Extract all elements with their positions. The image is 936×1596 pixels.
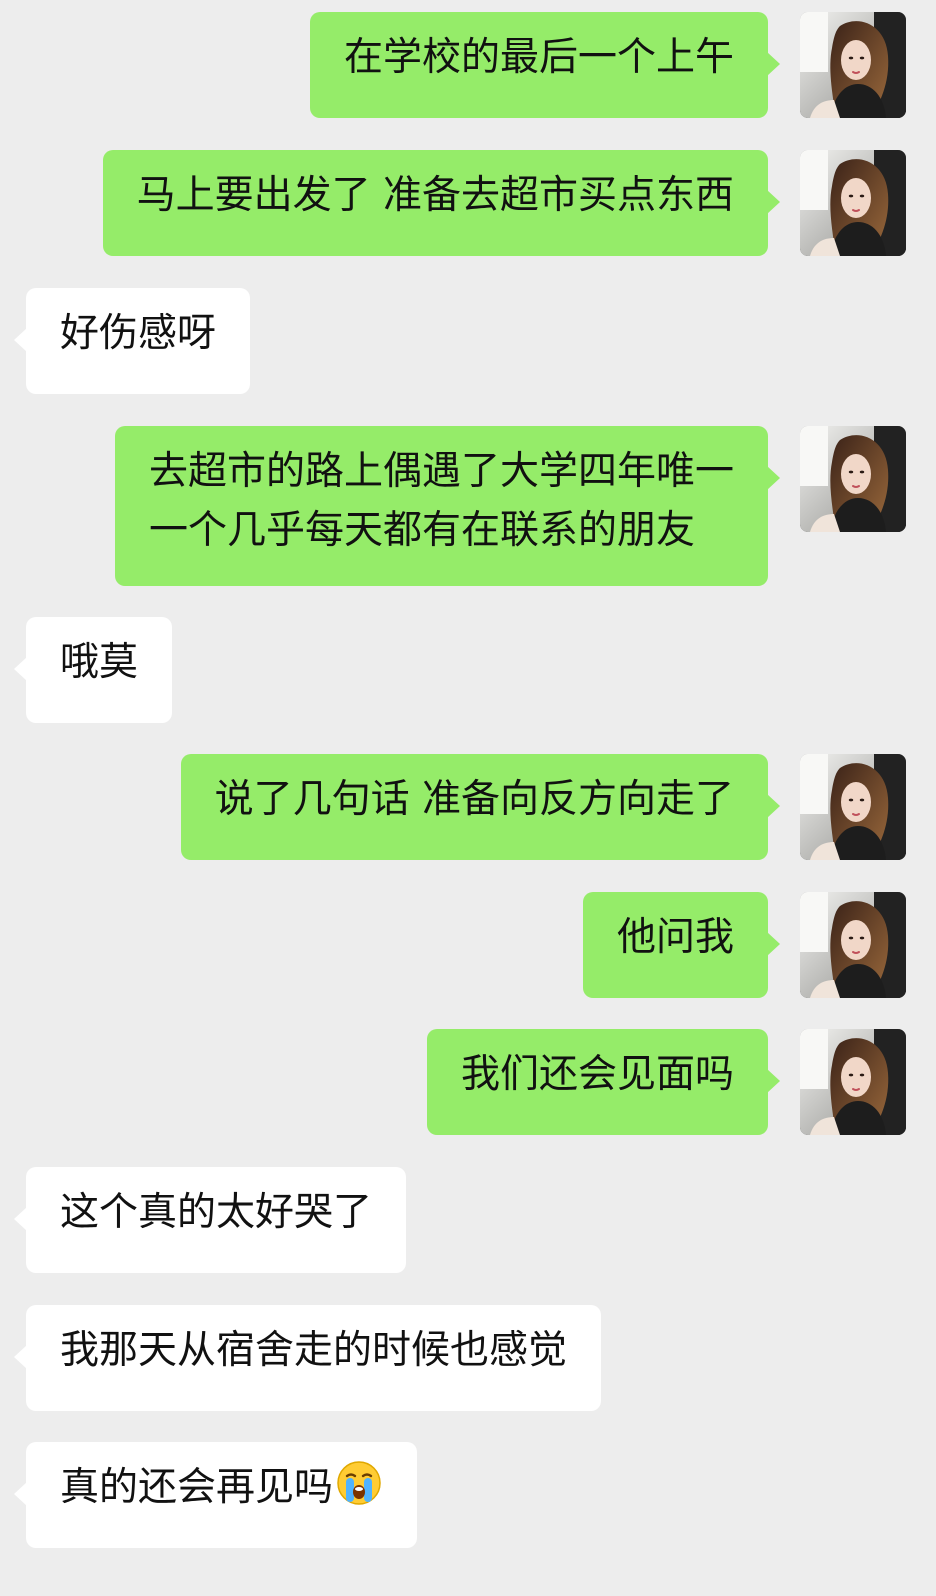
incoming-message-bubble[interactable]: 我那天从宿舍走的时候也感觉 <box>13 1305 602 1411</box>
message-row: 我那天从宿舍走的时候也感觉 <box>0 1305 936 1411</box>
message-row: 马上要出发了 准备去超市买点东西 <box>0 150 936 256</box>
user-avatar[interactable] <box>800 426 906 532</box>
avatar-photo-icon <box>800 1029 906 1135</box>
user-avatar[interactable] <box>800 150 906 256</box>
message-row: 去超市的路上偶遇了大学四年唯一 一个几乎每天都有在联系的朋友 <box>0 426 936 586</box>
user-avatar[interactable] <box>800 892 906 998</box>
message-text: 好伤感呀 <box>60 311 217 356</box>
outgoing-message-bubble[interactable]: 我们还会见面吗 <box>426 1029 781 1135</box>
outgoing-message-bubble[interactable]: 说了几句话 准备向反方向走了 <box>180 754 781 860</box>
outgoing-message-bubble[interactable]: 他问我 <box>582 892 781 998</box>
outgoing-message-bubble[interactable]: 去超市的路上偶遇了大学四年唯一 一个几乎每天都有在联系的朋友 <box>114 426 781 586</box>
message-text: 在学校的最后一个上午 <box>343 35 734 80</box>
message-text: 我们还会见面吗 <box>460 1052 734 1097</box>
avatar-photo-icon <box>800 150 906 256</box>
message-text: 我那天从宿舍走的时候也感觉 <box>60 1328 568 1373</box>
message-text: 他问我 <box>616 915 734 960</box>
message-row: 我们还会见面吗 <box>0 1029 936 1135</box>
avatar-photo-icon <box>800 12 906 118</box>
user-avatar[interactable] <box>800 1029 906 1135</box>
message-row: 他问我 <box>0 892 936 998</box>
user-avatar[interactable] <box>800 12 906 118</box>
incoming-message-bubble[interactable]: 这个真的太好哭了 <box>13 1167 407 1273</box>
chat-message-list[interactable]: 在学校的最后一个上午 马上要出发了 准备去超市买点东西 好伤感呀 去超市的路上偶… <box>0 0 936 1596</box>
incoming-message-bubble[interactable]: 好伤感呀 <box>13 288 251 394</box>
avatar-photo-icon <box>800 754 906 860</box>
message-text-line: 一个几乎每天都有在联系的朋友 <box>148 508 695 553</box>
message-text: 真的还会再见吗 <box>60 1465 334 1510</box>
message-row: 在学校的最后一个上午 <box>0 12 936 118</box>
message-text: 这个真的太好哭了 <box>60 1190 373 1235</box>
outgoing-message-bubble[interactable]: 马上要出发了 准备去超市买点东西 <box>102 150 781 256</box>
outgoing-message-bubble[interactable]: 在学校的最后一个上午 <box>309 12 781 118</box>
incoming-message-bubble[interactable]: 哦莫 <box>13 617 173 723</box>
user-avatar[interactable] <box>800 754 906 860</box>
message-row: 真的还会再见吗 <box>0 1442 936 1548</box>
avatar-photo-icon <box>800 426 906 532</box>
message-text: 说了几句话 准备向反方向走了 <box>214 777 734 822</box>
message-row: 这个真的太好哭了 <box>0 1167 936 1273</box>
loudly-crying-face-icon <box>335 1459 383 1507</box>
message-row: 好伤感呀 <box>0 288 936 394</box>
message-text: 哦莫 <box>60 640 139 685</box>
message-row: 说了几句话 准备向反方向走了 <box>0 754 936 860</box>
incoming-message-bubble[interactable]: 真的还会再见吗 <box>13 1442 418 1548</box>
message-row: 哦莫 <box>0 617 936 723</box>
message-text: 马上要出发了 准备去超市买点东西 <box>136 173 734 218</box>
avatar-photo-icon <box>800 892 906 998</box>
message-text-line: 去超市的路上偶遇了大学四年唯一 <box>148 449 734 494</box>
